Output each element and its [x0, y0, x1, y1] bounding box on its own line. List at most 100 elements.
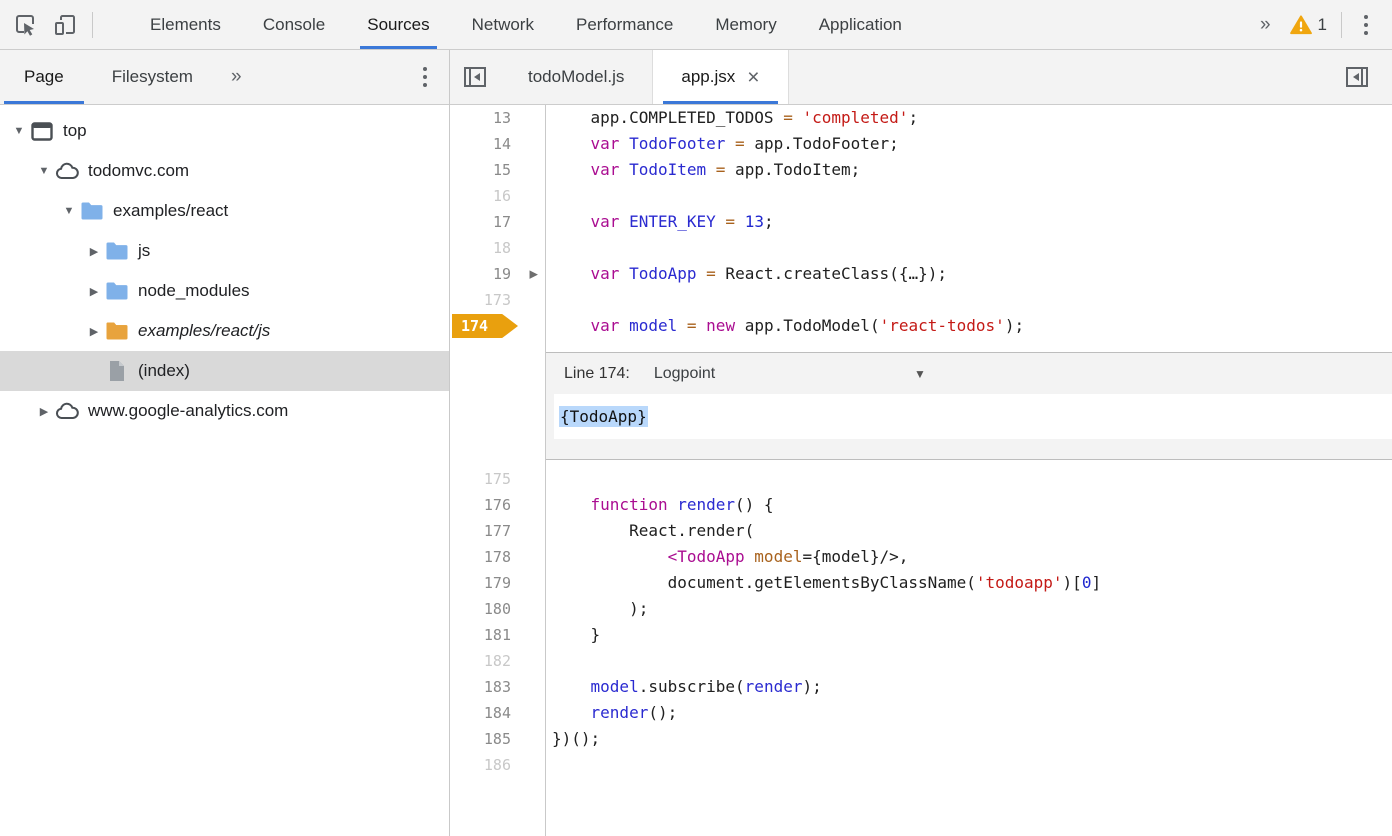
- code-line-text[interactable]: var TodoItem = app.TodoItem;: [546, 157, 1392, 183]
- line-number-18[interactable]: 18: [450, 235, 546, 261]
- code-line-text[interactable]: [546, 648, 1392, 674]
- line-number-17[interactable]: 17: [450, 209, 546, 235]
- line-number-175[interactable]: 175: [450, 466, 546, 492]
- tree-item-label: examples/react/js: [138, 321, 270, 341]
- show-debugger-panel-icon[interactable]: [1332, 64, 1382, 90]
- tree-collapsed-arrow-icon[interactable]: ▶: [83, 285, 105, 298]
- toolbar-tab-application[interactable]: Application: [798, 0, 923, 49]
- toolbar-tab-sources[interactable]: Sources: [346, 0, 450, 49]
- line-number-177[interactable]: 177: [450, 518, 546, 544]
- code-line-text[interactable]: React.render(: [546, 518, 1392, 544]
- line-number-14[interactable]: 14: [450, 131, 546, 157]
- code-line-text[interactable]: }: [546, 622, 1392, 648]
- code-line-text[interactable]: var TodoFooter = app.TodoFooter;: [546, 131, 1392, 157]
- code-line-text[interactable]: [546, 235, 1392, 261]
- file-tree: ▼top▼todomvc.com▼examples/react▶js▶node_…: [0, 105, 449, 836]
- tree-expanded-arrow-icon[interactable]: ▼: [33, 165, 55, 177]
- code-line-text[interactable]: document.getElementsByClassName('todoapp…: [546, 570, 1392, 596]
- tree-collapsed-arrow-icon[interactable]: ▶: [33, 405, 55, 418]
- tree-item-label: node_modules: [138, 281, 250, 301]
- code-line-text[interactable]: model.subscribe(render);: [546, 674, 1392, 700]
- gutter-spacer: [450, 352, 546, 460]
- code-line-text[interactable]: [546, 466, 1392, 492]
- tree-item-label: examples/react: [113, 201, 228, 221]
- code-line: 13 app.COMPLETED_TODOS = 'completed';: [450, 105, 1392, 131]
- tree-collapsed-arrow-icon[interactable]: ▶: [83, 245, 105, 258]
- inspect-element-icon[interactable]: [12, 12, 38, 38]
- line-number-19[interactable]: 19▶: [450, 261, 546, 287]
- code-line: 14 var TodoFooter = app.TodoFooter;: [450, 131, 1392, 157]
- toolbar-tab-memory[interactable]: Memory: [694, 0, 797, 49]
- code-line-text[interactable]: [546, 752, 1392, 778]
- line-number-185[interactable]: 185: [450, 726, 546, 752]
- line-number-181[interactable]: 181: [450, 622, 546, 648]
- line-number-182[interactable]: 182: [450, 648, 546, 674]
- code-line: 18: [450, 235, 1392, 261]
- tree-item-label: www.google-analytics.com: [88, 401, 288, 421]
- toolbar-tab-elements[interactable]: Elements: [129, 0, 242, 49]
- close-icon[interactable]: ×: [747, 67, 759, 88]
- sidebar-menu-icon[interactable]: [415, 63, 435, 91]
- code-line-text[interactable]: var TodoApp = React.createClass({…});: [546, 261, 1392, 287]
- issues-warning-badge[interactable]: 1: [1290, 15, 1327, 35]
- code-line-text[interactable]: function render() {: [546, 492, 1392, 518]
- devtools-toolbar: ElementsConsoleSourcesNetworkPerformance…: [0, 0, 1392, 50]
- device-toolbar-icon[interactable]: [52, 12, 78, 38]
- code-line-text[interactable]: var ENTER_KEY = 13;: [546, 209, 1392, 235]
- tree-item-examples-react-js[interactable]: ▶ examples/react/js: [0, 311, 449, 351]
- main-split: Page Filesystem » ▼top▼todomvc.com▼examp…: [0, 50, 1392, 836]
- logpoint-expression-input[interactable]: {TodoApp}: [554, 394, 1392, 439]
- line-number-179[interactable]: 179: [450, 570, 546, 596]
- tree-expanded-arrow-icon[interactable]: ▼: [8, 125, 30, 137]
- code-line-text[interactable]: [546, 183, 1392, 209]
- tab-page[interactable]: Page: [0, 50, 88, 104]
- line-number-180[interactable]: 180: [450, 596, 546, 622]
- code-line-text[interactable]: var model = new app.TodoModel('react-tod…: [546, 313, 1392, 339]
- editor-tab-todomodel-js[interactable]: todoModel.js: [500, 50, 652, 104]
- code-line-text[interactable]: app.COMPLETED_TODOS = 'completed';: [546, 105, 1392, 131]
- logpoint-badge[interactable]: 174: [452, 314, 518, 338]
- more-sidebar-tabs-icon[interactable]: »: [217, 66, 255, 88]
- tree-item--index-[interactable]: (index): [0, 351, 449, 391]
- tab-filesystem[interactable]: Filesystem: [88, 50, 217, 104]
- tree-item-node-modules[interactable]: ▶ node_modules: [0, 271, 449, 311]
- more-panels-icon[interactable]: »: [1254, 14, 1276, 36]
- toolbar-tab-network[interactable]: Network: [451, 0, 555, 49]
- line-number-178[interactable]: 178: [450, 544, 546, 570]
- code-line: 15 var TodoItem = app.TodoItem;: [450, 157, 1392, 183]
- code-line-text[interactable]: );: [546, 596, 1392, 622]
- tree-item-examples-react[interactable]: ▼ examples/react: [0, 191, 449, 231]
- tree-collapsed-arrow-icon[interactable]: ▶: [83, 325, 105, 338]
- tree-item-js[interactable]: ▶js: [0, 231, 449, 271]
- code-line: 180 );: [450, 596, 1392, 622]
- line-number-16[interactable]: 16: [450, 183, 546, 209]
- line-number-15[interactable]: 15: [450, 157, 546, 183]
- line-number-173[interactable]: 173: [450, 287, 546, 313]
- code-fold-icon[interactable]: ▶: [530, 268, 538, 281]
- tree-item-todomvc-com[interactable]: ▼todomvc.com: [0, 151, 449, 191]
- tree-item-top[interactable]: ▼top: [0, 111, 449, 151]
- collapse-navigator-icon[interactable]: [450, 64, 500, 90]
- code-line-text[interactable]: })();: [546, 726, 1392, 752]
- line-number-183[interactable]: 183: [450, 674, 546, 700]
- line-number-184[interactable]: 184: [450, 700, 546, 726]
- code-editor-body[interactable]: 13 app.COMPLETED_TODOS = 'completed';14 …: [450, 105, 1392, 836]
- toolbar-tab-performance[interactable]: Performance: [555, 0, 694, 49]
- code-line: 178 <TodoApp model={model}/>,: [450, 544, 1392, 570]
- code-line-text[interactable]: <TodoApp model={model}/>,: [546, 544, 1392, 570]
- line-number-174[interactable]: 174: [450, 313, 546, 339]
- frame-icon: [30, 122, 54, 141]
- code-line-text[interactable]: render();: [546, 700, 1392, 726]
- toolbar-tab-console[interactable]: Console: [242, 0, 346, 49]
- customize-devtools-icon[interactable]: [1356, 11, 1376, 39]
- line-number-176[interactable]: 176: [450, 492, 546, 518]
- line-number-186[interactable]: 186: [450, 752, 546, 778]
- code-line: 17 var ENTER_KEY = 13;: [450, 209, 1392, 235]
- tree-expanded-arrow-icon[interactable]: ▼: [58, 205, 80, 217]
- breakpoint-type-select[interactable]: Logpoint ▼: [654, 365, 926, 383]
- code-line: 182: [450, 648, 1392, 674]
- tree-item-www-google-analytics-com[interactable]: ▶ www.google-analytics.com: [0, 391, 449, 431]
- code-line-text[interactable]: [546, 287, 1392, 313]
- editor-tab-app-jsx[interactable]: app.jsx×: [652, 50, 788, 104]
- line-number-13[interactable]: 13: [450, 105, 546, 131]
